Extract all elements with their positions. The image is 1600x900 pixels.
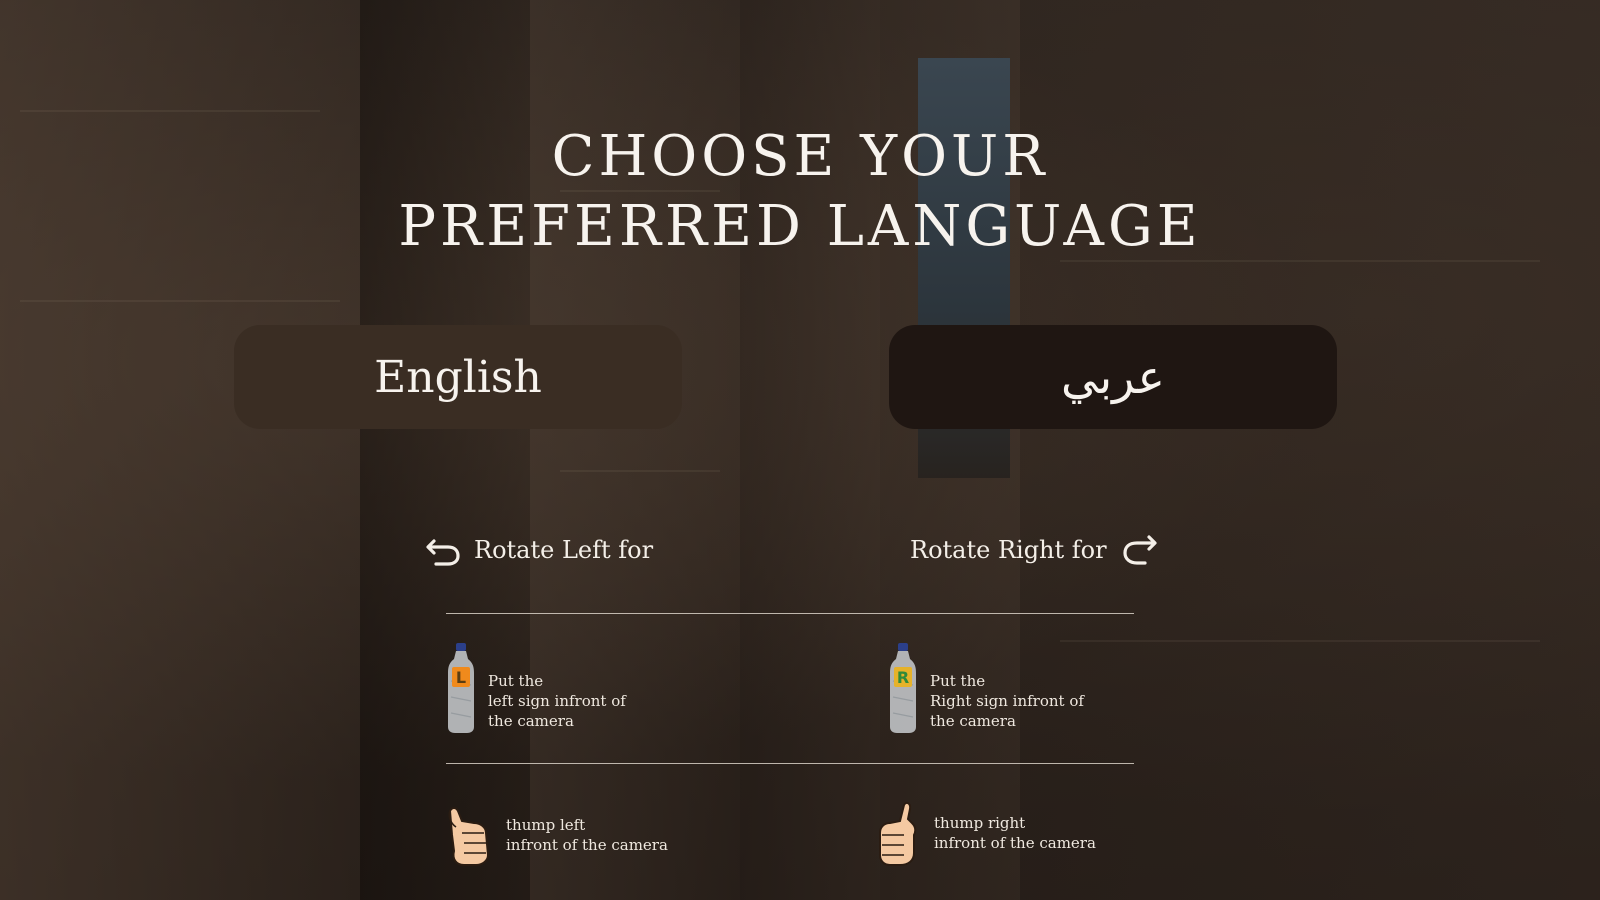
rotate-left-icon — [426, 539, 460, 566]
rotate-left-label: Rotate Left for — [474, 536, 654, 564]
water-bottle-icon: R — [890, 643, 916, 733]
divider — [446, 613, 1134, 614]
page-title: CHOOSE YOUR PREFERRED LANGUAGE — [0, 122, 1600, 262]
carving-line — [1060, 640, 1540, 642]
hint-line: left sign infront of — [488, 692, 626, 710]
left-bottle-hint-text: Put the left sign infront of the camera — [488, 671, 626, 731]
hint-line: infront of the camera — [506, 836, 668, 854]
rotate-right-instruction: Rotate Right for — [910, 533, 1157, 567]
rotate-right-label: Rotate Right for — [910, 536, 1107, 564]
thumbs-up-icon — [879, 801, 917, 866]
arabic-button-label: عربي — [1061, 350, 1165, 404]
divider — [446, 763, 1134, 764]
left-thumb-hint: thump left infront of the camera — [446, 805, 668, 867]
title-line-2: PREFERRED LANGUAGE — [398, 194, 1202, 259]
english-button-label: English — [374, 351, 542, 403]
bottle-letter-left: L — [456, 668, 466, 687]
english-button[interactable]: English — [234, 325, 682, 429]
bottle-letter-right: R — [897, 668, 909, 687]
left-thumb-hint-text: thump left infront of the camera — [506, 815, 668, 855]
right-bottle-hint: R Put the Right sign infront of the came… — [888, 641, 1084, 735]
carving-line — [20, 300, 340, 302]
hint-line: Put the — [930, 672, 986, 690]
hint-line: the camera — [488, 712, 574, 730]
right-bottle-hint-text: Put the Right sign infront of the camera — [930, 671, 1084, 731]
hint-line: thump left — [506, 816, 586, 834]
left-bottle-hint: L Put the left sign infront of the camer… — [446, 641, 626, 735]
right-thumb-hint-text: thump right infront of the camera — [934, 813, 1096, 853]
hint-line: Right sign infront of — [930, 692, 1084, 710]
rotate-left-instruction: Rotate Left for — [426, 533, 653, 567]
rotate-right-icon — [1122, 535, 1157, 565]
right-thumb-hint: thump right infront of the camera — [874, 801, 1096, 867]
title-line-1: CHOOSE YOUR — [551, 124, 1049, 189]
hint-line: the camera — [930, 712, 1016, 730]
carving-line — [560, 470, 720, 472]
arabic-button[interactable]: عربي — [889, 325, 1337, 429]
water-bottle-icon: L — [448, 643, 474, 733]
hint-line: thump right — [934, 814, 1026, 832]
carving-line — [20, 110, 320, 112]
hint-line: infront of the camera — [934, 834, 1096, 852]
thumbs-up-icon — [448, 807, 490, 866]
hint-line: Put the — [488, 672, 544, 690]
